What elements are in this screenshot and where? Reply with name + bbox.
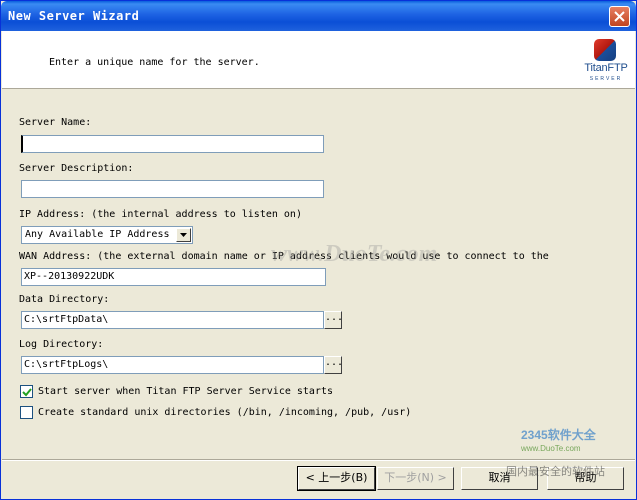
log-directory-label: Log Directory: xyxy=(19,339,104,350)
title-bar[interactable]: New Server Wizard xyxy=(1,1,636,31)
wizard-header: Enter a unique name for the server. Tita… xyxy=(2,31,635,89)
next-button[interactable]: 下一步(N) > xyxy=(377,467,454,490)
log-directory-browse-button[interactable]: ... xyxy=(324,356,343,374)
start-server-label[interactable]: Start server when Titan FTP Server Servi… xyxy=(38,386,333,397)
brand-watermark-title: 2345软件大全 xyxy=(521,428,596,442)
instruction-text: Enter a unique name for the server. xyxy=(49,57,260,68)
ip-address-label: IP Address: (the internal address to lis… xyxy=(19,209,302,220)
create-unix-dirs-checkbox[interactable] xyxy=(20,406,33,419)
logo-subtext: SERVER xyxy=(589,76,623,82)
dropdown-arrow-icon[interactable] xyxy=(176,228,191,242)
titanftp-logo: TitanFTP SERVER xyxy=(579,39,633,85)
bottom-watermark: 国内最安全的软件站 xyxy=(506,465,605,478)
data-directory-label: Data Directory: xyxy=(19,294,110,305)
brand-watermark: 2345软件大全 www.DuoTe.com xyxy=(521,426,596,453)
back-button[interactable]: < 上一步(B) xyxy=(297,466,376,491)
close-icon xyxy=(614,11,625,22)
server-description-label: Server Description: xyxy=(19,163,134,174)
logo-mark-icon xyxy=(594,39,616,61)
duote-watermark: www.DuoTe.com xyxy=(271,241,438,267)
start-server-checkbox[interactable] xyxy=(20,385,33,398)
create-unix-dirs-label[interactable]: Create standard unix directories (/bin, … xyxy=(38,407,411,418)
window-title: New Server Wizard xyxy=(8,9,140,23)
data-directory-input[interactable]: C:\srtFtpData\ xyxy=(21,311,324,329)
server-description-input[interactable] xyxy=(21,180,324,198)
server-name-label: Server Name: xyxy=(19,117,92,128)
ip-address-selected: Any Available IP Address xyxy=(25,229,170,240)
close-button[interactable] xyxy=(609,6,630,27)
server-name-input[interactable] xyxy=(21,135,324,153)
logo-text: TitanFTP xyxy=(584,62,628,74)
data-directory-browse-button[interactable]: ... xyxy=(324,311,343,329)
brand-watermark-url: www.DuoTe.com xyxy=(521,444,581,453)
log-directory-input[interactable]: C:\srtFtpLogs\ xyxy=(21,356,324,374)
ip-address-dropdown[interactable]: Any Available IP Address xyxy=(21,226,193,244)
button-separator xyxy=(2,459,635,461)
checkmark-icon xyxy=(22,388,32,397)
wan-address-input[interactable]: XP--20130922UDK xyxy=(21,268,326,286)
wizard-window: New Server Wizard Enter a unique name fo… xyxy=(0,0,637,500)
